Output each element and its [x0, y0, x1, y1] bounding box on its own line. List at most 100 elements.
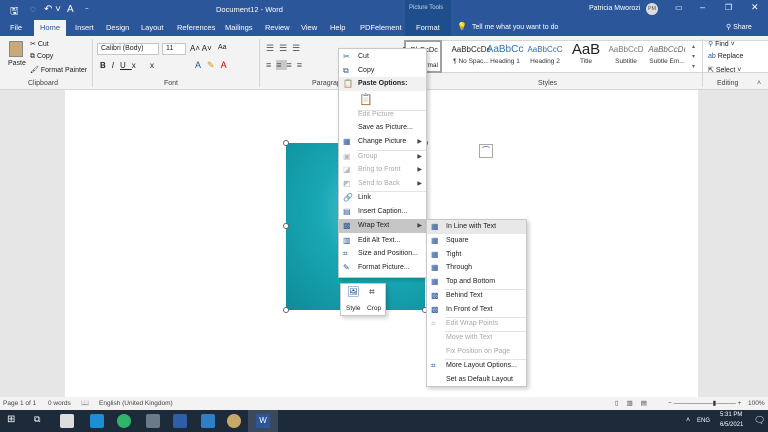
submenu-arrow-icon: ▶: [417, 177, 422, 191]
tell-me-input[interactable]: Tell me what you want to do: [472, 24, 558, 31]
wrap-square[interactable]: ▦Square: [427, 234, 526, 248]
clock-time[interactable]: 5:31 PM: [720, 412, 742, 418]
crop-button[interactable]: Crop: [367, 305, 381, 312]
wrap-behind-text[interactable]: ▩Behind Text: [427, 289, 526, 303]
change-case-button[interactable]: Aa: [218, 44, 227, 51]
tab-home[interactable]: Home: [34, 20, 66, 36]
replace-button[interactable]: ab Replace: [708, 53, 743, 60]
minimize-icon[interactable]: –: [700, 2, 705, 12]
customize-qat-icon[interactable]: ⁼: [85, 6, 89, 14]
align-buttons[interactable]: ≡≡≡≡: [266, 60, 307, 70]
font-size-select[interactable]: 11: [162, 43, 186, 55]
picture-tools-label: Picture Tools: [409, 5, 443, 11]
top-bottom-wrap-icon: ▦: [431, 278, 440, 286]
menu-item-cut[interactable]: ✂Cut: [339, 50, 426, 64]
resize-handle[interactable]: [283, 307, 289, 313]
menu-item-save-as-picture[interactable]: Save as Picture...: [339, 121, 426, 135]
store-icon[interactable]: [60, 414, 74, 428]
tab-layout[interactable]: Layout: [135, 20, 170, 36]
proofing-icon[interactable]: 📖: [81, 397, 89, 410]
style-subtle-emphasis[interactable]: AaBbCcDıSubtle Em...: [641, 42, 693, 65]
tray-chevron-icon[interactable]: ˄: [686, 417, 690, 424]
menu-item-format-picture[interactable]: ✎Format Picture...: [339, 261, 426, 275]
tab-mailings[interactable]: Mailings: [219, 20, 259, 36]
wrap-tight[interactable]: ▦Tight: [427, 248, 526, 262]
resize-handle[interactable]: [283, 223, 289, 229]
zoom-slider[interactable]: − ——————▮——— +: [668, 397, 741, 410]
word-taskbar-button[interactable]: W: [248, 410, 278, 432]
share-button[interactable]: ⚲ Share: [726, 23, 752, 31]
crop-icon[interactable]: ⌗: [369, 287, 375, 298]
font-format-buttons[interactable]: BIUx x: [100, 61, 160, 70]
select-button[interactable]: ⇱ Select ˅: [708, 66, 741, 74]
notifications-icon[interactable]: 🗨: [754, 415, 765, 426]
find-button[interactable]: ⚲ Find ˅: [708, 40, 735, 48]
font-size-icon[interactable]: A: [67, 4, 74, 15]
tab-help[interactable]: Help: [324, 20, 351, 36]
menu-item-copy[interactable]: ⧉Copy: [339, 64, 426, 78]
set-as-default-layout[interactable]: Set as Default Layout: [427, 373, 526, 387]
view-buttons[interactable]: ▯▥▤: [615, 397, 655, 410]
edge-icon[interactable]: [117, 414, 131, 428]
move-with-text: Move with Text: [427, 331, 526, 345]
layout-options-icon[interactable]: ⌒: [479, 144, 493, 158]
task-view-icon[interactable]: ⧉: [34, 414, 40, 425]
photos-icon[interactable]: [146, 414, 160, 428]
collapse-ribbon-icon[interactable]: ˄: [757, 80, 761, 87]
paint-icon[interactable]: [201, 414, 215, 428]
save-icon[interactable]: 🖫: [10, 4, 19, 21]
copy-button[interactable]: ⧉ Copy: [30, 53, 53, 61]
style-icon[interactable]: 🖼: [347, 287, 360, 298]
tab-view[interactable]: View: [295, 20, 323, 36]
windows-start-icon[interactable]: ⊞: [7, 414, 15, 425]
list-buttons[interactable]: ☰☰☰: [266, 43, 305, 54]
tab-insert[interactable]: Insert: [69, 20, 100, 36]
format-painter-button[interactable]: 🖌 Format Painter: [30, 66, 87, 74]
tab-pdfelement[interactable]: PDFelement: [354, 20, 408, 36]
font-name-select[interactable]: Calibri (Body): [97, 43, 159, 55]
more-layout-options[interactable]: ⌗More Layout Options...: [427, 359, 526, 373]
autosave-icon[interactable]: ◌: [30, 4, 36, 15]
page-count[interactable]: Page 1 of 1: [3, 397, 36, 410]
menu-item-size-and-position[interactable]: ⌗Size and Position...: [339, 247, 426, 261]
tab-references[interactable]: References: [171, 20, 221, 36]
wrap-through[interactable]: ▦Through: [427, 261, 526, 275]
menu-item-wrap-text[interactable]: ▩Wrap Text▶: [339, 219, 426, 233]
menu-item-insert-caption[interactable]: ▤Insert Caption...: [339, 205, 426, 219]
zoom-level[interactable]: 100%: [748, 397, 765, 410]
restore-icon[interactable]: ❐: [725, 3, 732, 12]
taskbar: ⊞ ⧉ W ˄ ENG 5:31 PM 6/5/2021 🗨: [0, 410, 768, 432]
tab-design[interactable]: Design: [100, 20, 135, 36]
tab-file[interactable]: File: [4, 20, 28, 36]
tight-wrap-icon: ▦: [431, 251, 440, 259]
paste-icon[interactable]: [9, 41, 23, 57]
language-indicator[interactable]: ENG: [697, 418, 710, 424]
styles-scroll[interactable]: ▴▾▾: [692, 42, 695, 72]
menu-item-change-picture[interactable]: ▦Change Picture▶: [339, 135, 426, 149]
style-button[interactable]: Style: [346, 305, 360, 312]
language[interactable]: English (United Kingdom): [99, 397, 173, 410]
chrome-icon[interactable]: [227, 414, 241, 428]
tab-format[interactable]: Format: [410, 20, 446, 36]
ribbon-display-icon[interactable]: ▭: [675, 3, 683, 12]
menu-item-edit-alt-text[interactable]: ▥Edit Alt Text...: [339, 234, 426, 248]
avatar[interactable]: PM: [646, 3, 658, 15]
mail-icon[interactable]: [90, 414, 104, 428]
word-count[interactable]: 0 words: [48, 397, 71, 410]
paste-keep-format-icon[interactable]: 📋: [359, 93, 373, 106]
app-icon[interactable]: [173, 414, 187, 428]
clock-date[interactable]: 6/5/2021: [720, 422, 743, 428]
menu-item-link[interactable]: 🔗Link: [339, 191, 426, 205]
cut-button[interactable]: ✂ Cut: [30, 40, 49, 48]
wrap-in-front-of-text[interactable]: ▩In Front of Text: [427, 303, 526, 317]
close-icon[interactable]: ✕: [751, 2, 759, 13]
grow-font-button[interactable]: A˄ A˅: [190, 44, 212, 53]
paste-button[interactable]: Paste: [8, 60, 26, 67]
wrap-top-and-bottom[interactable]: ▦Top and Bottom: [427, 275, 526, 289]
wrap-in-line-with-text[interactable]: ▦In Line with Text: [427, 220, 526, 234]
resize-handle[interactable]: [283, 140, 289, 146]
undo-icon[interactable]: ↶ ˅: [44, 4, 61, 15]
text-effects-buttons[interactable]: A✎A: [195, 60, 233, 71]
user-name[interactable]: Patricia Mworozi: [589, 5, 640, 12]
tab-review[interactable]: Review: [259, 20, 296, 36]
